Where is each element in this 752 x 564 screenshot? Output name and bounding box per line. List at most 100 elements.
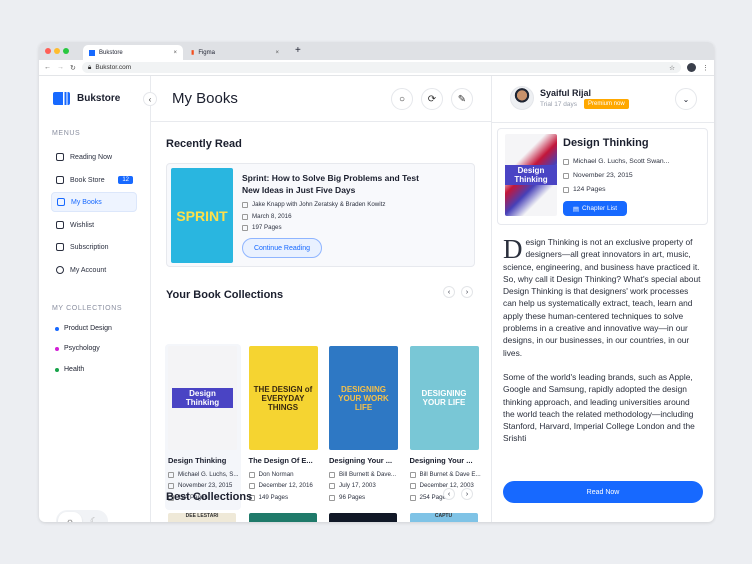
chevron-down-icon: ⌄ [682,94,690,104]
browser-window: Bukstore × ▮ Figma × + ← → ↻ 🔒︎ Bukstor.com ☆ ⋮… [39,42,714,522]
calendar-icon [329,482,335,489]
search-button[interactable]: ○ [391,88,413,110]
book-card[interactable]: THE DESIGN of EVERYDAY THINGS The Design… [246,344,322,510]
author-meta: Don Norman [248,471,294,478]
close-window-button[interactable] [45,48,51,54]
book-cover: THE DESIGN of EVERYDAY THINGS [248,346,318,450]
sidebar: Bukstore MENUS Reading Now Book Store 12 … [39,76,151,522]
date-meta: November 23, 2015 [168,482,232,489]
cover-text: DESIGNING YOUR LIFE [421,389,467,407]
edit-button[interactable]: ✎ [451,88,473,110]
collection-health[interactable]: Health [55,366,84,373]
close-tab-icon[interactable]: × [173,50,177,56]
reload-icon[interactable]: ↻ [70,64,76,72]
description-paragraph: Some of the world's leading brands, such… [503,371,695,444]
sidebar-item-wishlist[interactable]: Wishlist [51,215,137,235]
book-title: The Design Of E... [248,456,313,465]
sidebar-item-my-books[interactable]: My Books [51,192,137,212]
sun-icon[interactable]: ☼ [58,512,82,522]
book-cover: Design Thinking [168,346,237,450]
author-icon [168,471,174,478]
divider [492,122,714,123]
store-icon [56,176,64,184]
chapter-list-button[interactable]: ▤ Chapter List [563,201,627,216]
prev-arrow-button[interactable]: ‹ [443,488,455,500]
author-meta: Jake Knapp with John Zeratsky & Braden K… [242,201,385,208]
minimize-window-button[interactable] [54,48,60,54]
continue-reading-button[interactable]: Continue Reading [242,238,322,258]
pages-text: 197 Pages [252,224,282,231]
theme-toggle[interactable]: ☼ ☾ [56,510,108,522]
cover-text: CAPTU [434,513,453,519]
close-tab-icon[interactable]: × [275,50,279,56]
read-now-button[interactable]: Read Now [503,481,703,503]
tab-figma[interactable]: ▮ Figma × [185,45,285,60]
author-icon [329,471,335,478]
book-card[interactable]: DESIGNING YOUR WORK LIFE Designing Your … [326,344,402,510]
user-profile[interactable]: Syaiful Rijal Trial 17 days Premium now [510,86,629,110]
new-tab-icon[interactable]: + [295,45,301,56]
recently-read-heading: Recently Read [166,138,242,150]
sidebar-item-my-account[interactable]: My Account [51,260,137,280]
refresh-button[interactable]: ⟳ [421,88,443,110]
collection-product-design[interactable]: Product Design [55,325,112,332]
more-menu-icon[interactable]: ⋮ [702,64,709,72]
account-dropdown-button[interactable]: ⌄ [675,88,697,110]
author-meta: Bill Burnett & Dave... [329,471,396,478]
logo[interactable]: Bukstore [53,92,120,105]
book-description: Design Thinking is not an exclusive prop… [503,236,703,445]
best-collections-heading: Best Collections [166,491,253,503]
main-content: My Books ○ ⟳ ✎ Recently Read SPRINT Spri… [151,76,492,522]
book-cover: DESIGNING YOUR LIFE [409,346,479,450]
maximize-window-button[interactable] [63,48,69,54]
prev-arrow-button[interactable]: ‹ [443,286,455,298]
author-text: Michael G. Luchs, Scott Swan... [573,158,670,165]
sprint-cover[interactable]: SPRINT [171,168,233,263]
sidebar-item-book-store[interactable]: Book Store 12 [51,170,137,190]
best-book-cover[interactable] [248,513,317,522]
collection-label: Product Design [64,325,112,332]
book-card[interactable]: DESIGNING YOUR LIFE Designing Your ... B… [407,344,483,510]
url-field[interactable]: 🔒︎ Bukstor.com ☆ [81,62,681,73]
tab-label: Bukstore [99,49,123,56]
pages-text: 149 Pages [258,494,289,501]
nav-label: Subscription [70,243,109,251]
profile-avatar-icon[interactable] [687,63,696,72]
forward-icon[interactable]: → [57,64,64,71]
best-book-cover[interactable] [329,513,397,522]
collapse-sidebar-button[interactable]: ‹ [143,92,157,106]
button-label: Chapter List [582,205,618,212]
cover-text: Design Thinking [505,165,557,185]
pages-meta: 149 Pages [248,494,289,501]
refresh-icon: ⟳ [427,93,437,105]
nav-label: My Books [71,198,102,206]
date-text: July 17, 2003 [339,482,376,489]
best-book-cover[interactable]: DEE LESTARI [168,513,236,522]
best-book-cover[interactable]: CAPTU [409,513,478,522]
nav-label: Reading Now [70,153,113,161]
premium-button[interactable]: Premium now [584,99,629,109]
book-card[interactable]: Design Thinking Design Thinking Michael … [165,344,241,510]
bookmark-star-icon[interactable]: ☆ [669,64,675,72]
sidebar-item-reading-now[interactable]: Reading Now [51,147,137,167]
pages-icon [242,224,248,231]
tab-bukstore[interactable]: Bukstore × [83,45,183,60]
back-icon[interactable]: ← [44,64,51,71]
header: My Books ○ ⟳ ✎ [151,76,491,122]
calendar-icon [168,482,174,489]
dot-icon [55,346,59,351]
drop-cap: D [503,234,523,264]
sidebar-item-subscription[interactable]: Subscription [51,237,137,257]
author-text: Bill Burnett & Dave... [339,471,397,478]
next-arrow-button[interactable]: › [461,488,473,500]
collection-psychology[interactable]: Psychology [55,345,100,352]
moon-icon[interactable]: ☾ [82,512,106,523]
book-cover: DESIGNING YOUR WORK LIFE [329,346,398,450]
search-icon: ○ [398,93,406,105]
recently-read-card[interactable]: SPRINT Sprint: How to Solve Big Problems… [166,163,475,267]
date-text: December 12, 2016 [258,482,313,489]
next-arrow-button[interactable]: › [461,286,473,298]
pages-icon [563,186,569,193]
trial-status: Trial 17 days [540,101,577,108]
book-title: Designing Your ... [409,456,473,465]
